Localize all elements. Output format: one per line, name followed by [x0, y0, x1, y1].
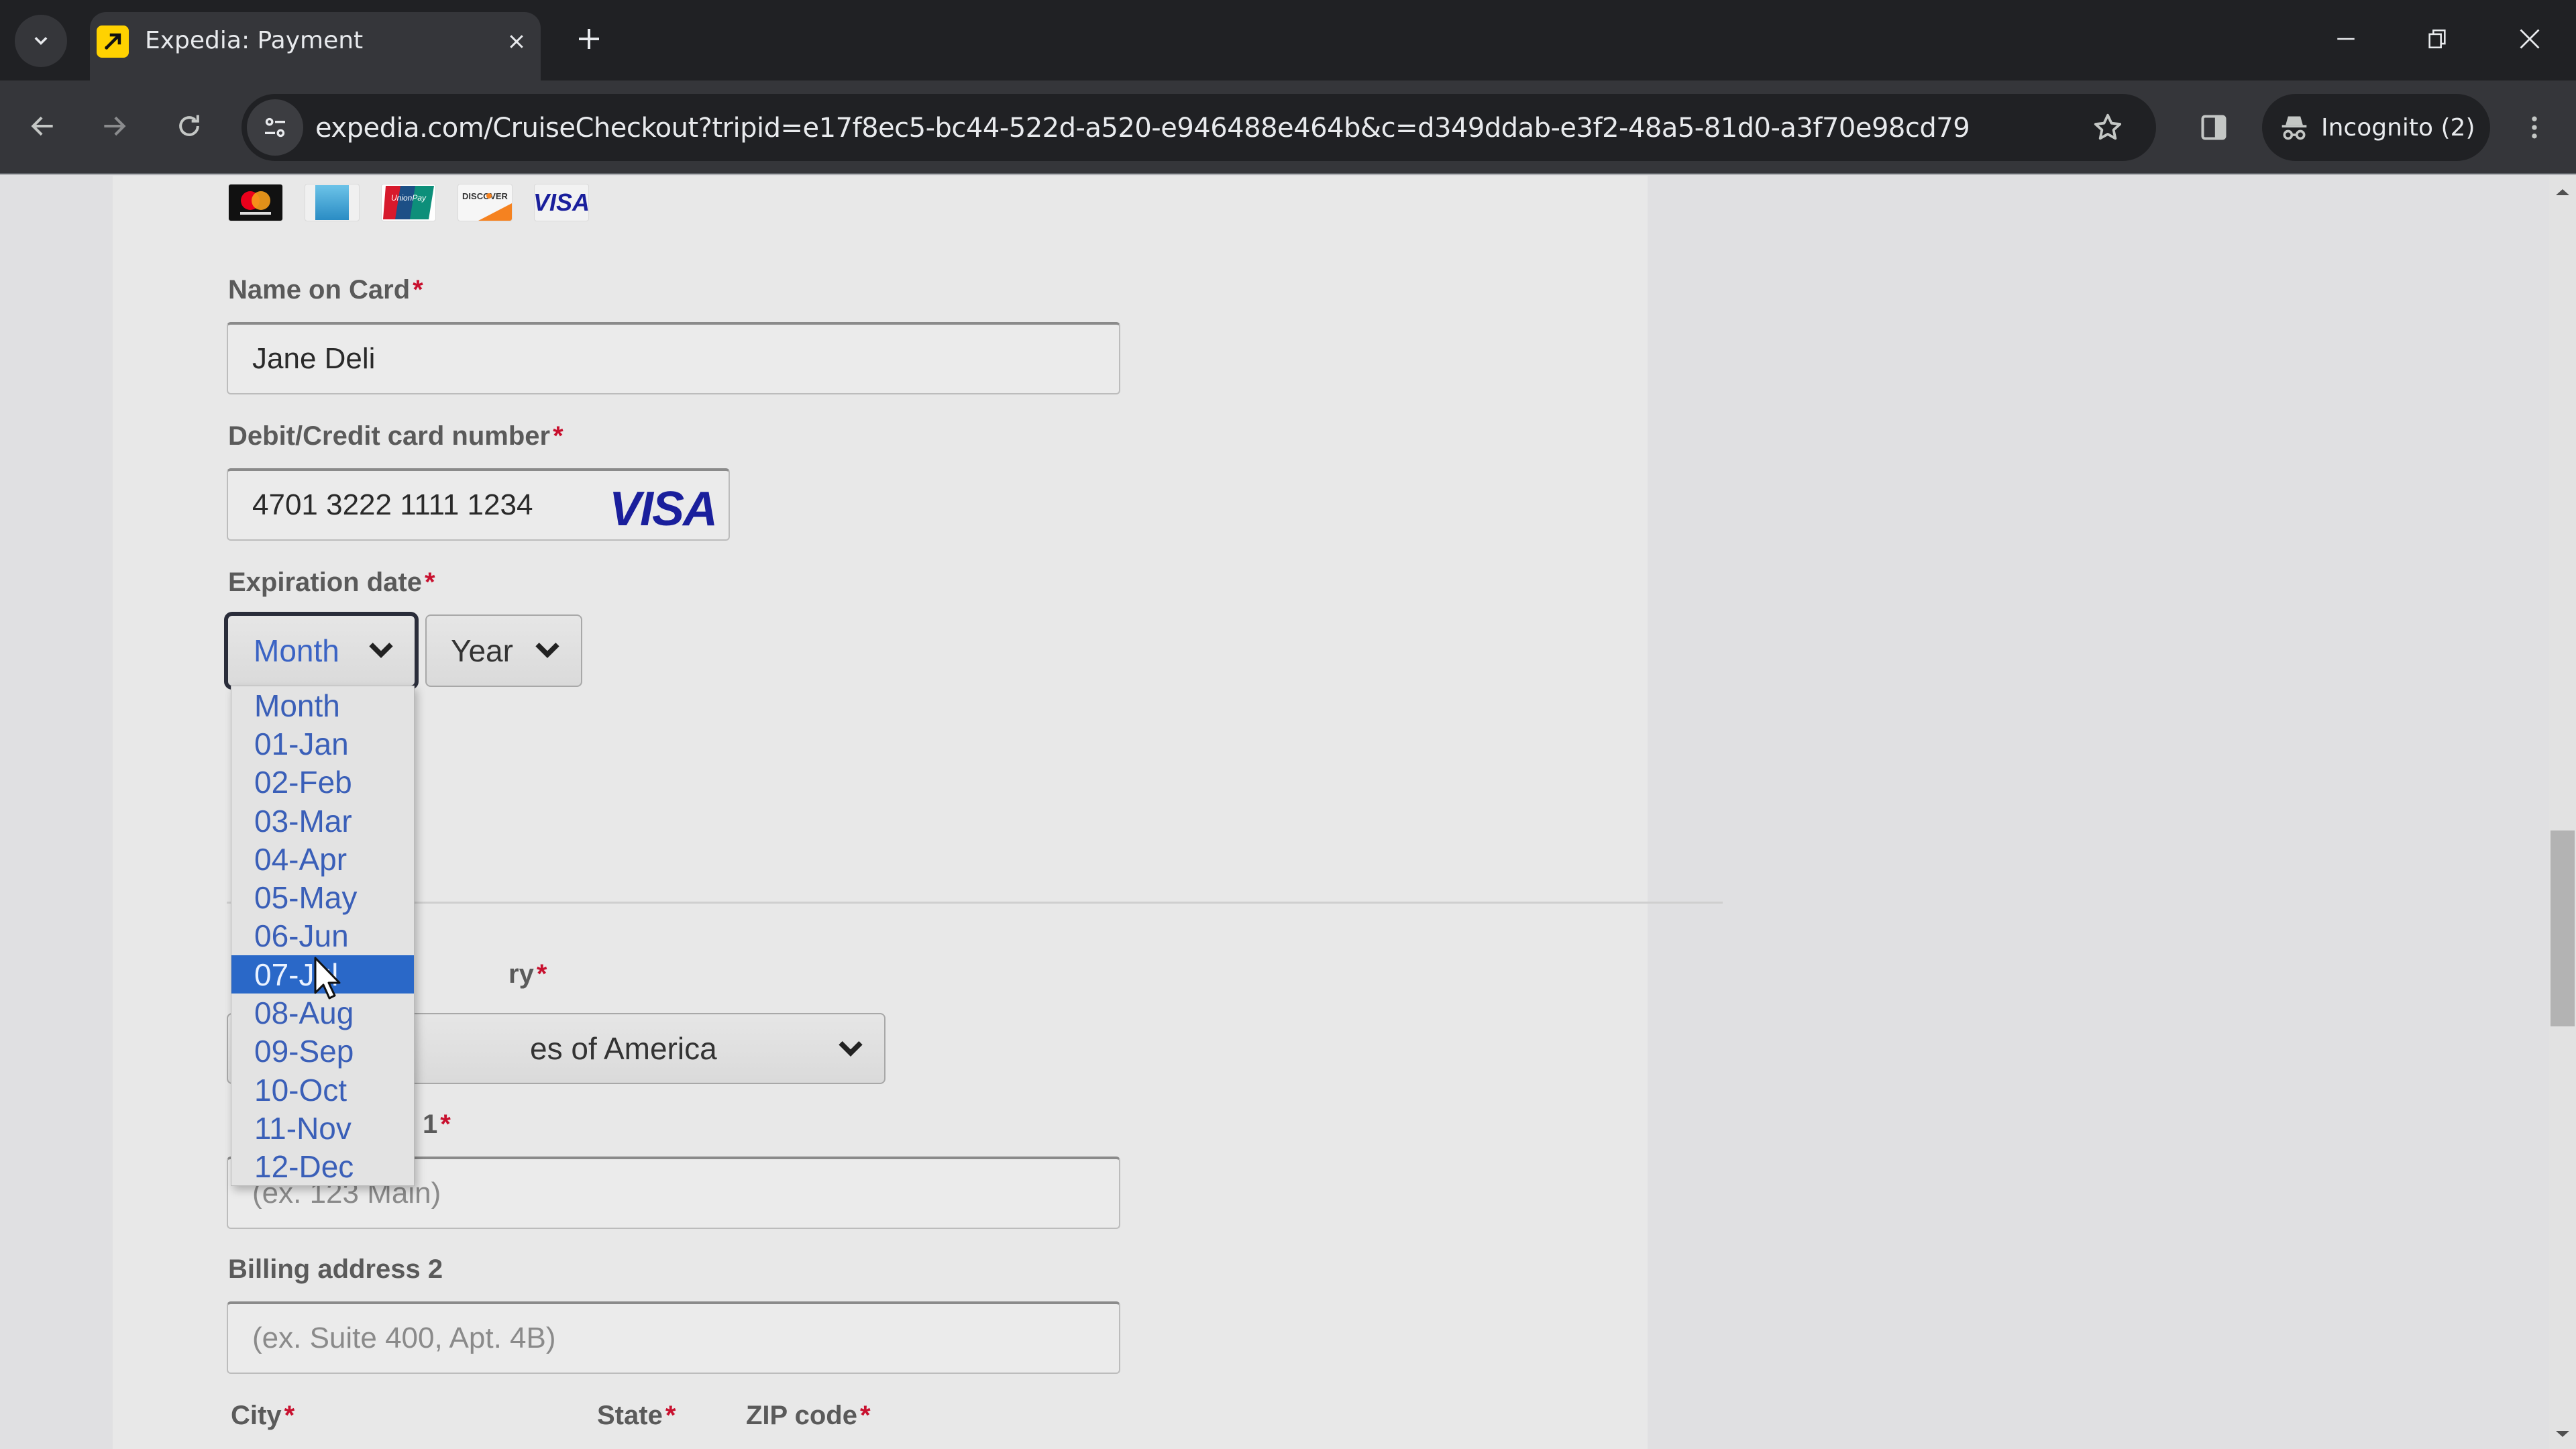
month-option[interactable]: 01-Jan	[231, 724, 414, 763]
new-tab-button[interactable]	[568, 17, 610, 60]
page-scrollbar[interactable]	[2549, 176, 2576, 1449]
month-option[interactable]: 04-Apr	[231, 840, 414, 878]
accepted-cards: UnionPay DISCOVER VISA	[228, 184, 589, 221]
scroll-thumb[interactable]	[2551, 830, 2575, 1026]
month-option[interactable]: 05-May	[231, 878, 414, 916]
restore-icon	[2428, 29, 2446, 49]
name-on-card-input[interactable]: Jane Deli	[227, 322, 1120, 394]
unionpay-logo-icon: UnionPay	[381, 184, 436, 221]
visa-brand-icon: VISA	[608, 482, 718, 536]
site-info-button[interactable]	[247, 99, 303, 156]
expiration-month-select[interactable]: Month	[224, 612, 419, 690]
arrow-left-icon	[31, 116, 53, 136]
month-option[interactable]: 06-Jun	[231, 917, 414, 955]
state-label: State *	[597, 1401, 676, 1430]
chevron-down-icon	[535, 643, 559, 658]
svg-text:UnionPay: UnionPay	[391, 193, 427, 203]
url-text[interactable]: expedia.com/CruiseCheckout?tripid=e17f8e…	[315, 113, 1970, 144]
side-panel-button[interactable]	[2186, 99, 2242, 156]
tab-strip: Expedia: Payment	[0, 0, 2576, 80]
name-on-card-label: Name on Card *	[228, 275, 423, 305]
month-option[interactable]: 07-Jul	[231, 955, 414, 994]
billing-address-1-label: 1 *	[423, 1110, 451, 1139]
incognito-button[interactable]: Incognito (2)	[2262, 94, 2490, 161]
bookmark-button[interactable]	[2086, 106, 2129, 149]
tab-title: Expedia: Payment	[145, 27, 364, 54]
city-label: City *	[231, 1401, 295, 1430]
arrow-right-icon	[104, 116, 126, 136]
month-option[interactable]: 03-Mar	[231, 802, 414, 840]
close-window-button[interactable]	[2500, 12, 2560, 66]
card-number-input[interactable]: 4701 3222 1111 1234 VISA	[227, 468, 730, 541]
billing-address-2-input[interactable]: (ex. Suite 400, Apt. 4B)	[227, 1301, 1120, 1374]
back-button[interactable]	[15, 98, 71, 154]
triangle-down-icon	[2556, 1431, 2569, 1437]
close-icon	[2520, 29, 2540, 49]
month-option[interactable]: 08-Aug	[231, 994, 414, 1032]
scroll-up-button[interactable]	[2555, 184, 2571, 200]
more-vertical-icon	[2532, 116, 2537, 139]
billing-address-2-label: Billing address 2	[228, 1254, 443, 1284]
expedia-logo-icon	[97, 25, 129, 58]
country-label: ry *	[508, 959, 547, 989]
amex-logo-icon	[305, 184, 360, 221]
visa-logo-icon: VISA	[534, 184, 589, 221]
minimize-button[interactable]	[2316, 12, 2376, 66]
zip-code-label: ZIP code *	[746, 1401, 871, 1430]
reload-button[interactable]	[161, 98, 217, 154]
month-option[interactable]: 11-Nov	[231, 1109, 414, 1147]
restore-button[interactable]	[2407, 12, 2467, 66]
star-icon	[2094, 113, 2122, 140]
chevron-down-icon	[34, 37, 48, 45]
card-number-label: Debit/Credit card number *	[228, 421, 564, 451]
mastercard-logo-icon	[228, 184, 283, 221]
expiration-year-select[interactable]: Year	[425, 614, 582, 687]
plus-icon	[579, 29, 599, 49]
browser-toolbar: expedia.com/CruiseCheckout?tripid=e17f8e…	[0, 80, 2576, 174]
address-bar[interactable]: expedia.com/CruiseCheckout?tripid=e17f8e…	[241, 94, 2156, 161]
svg-text:DISCOVER: DISCOVER	[462, 191, 508, 201]
month-option[interactable]: 10-Oct	[231, 1071, 414, 1109]
incognito-label: Incognito (2)	[2321, 113, 2475, 142]
browser-menu-button[interactable]	[2506, 99, 2563, 156]
section-divider	[227, 902, 1723, 904]
triangle-up-icon	[2556, 189, 2569, 195]
incognito-icon	[2282, 116, 2307, 140]
payment-form-panel: UnionPay DISCOVER VISA Name on Card * Jan…	[113, 176, 1723, 1449]
page-viewport: UnionPay DISCOVER VISA Name on Card * Jan…	[0, 176, 2549, 1449]
chevron-down-icon	[839, 1041, 863, 1057]
month-option[interactable]: Month	[231, 686, 414, 724]
tab-list-button[interactable]	[15, 15, 67, 67]
side-panel-icon	[2201, 115, 2226, 140]
close-icon	[510, 35, 523, 48]
discover-logo-icon: DISCOVER	[458, 184, 513, 221]
chevron-down-icon	[369, 643, 393, 658]
tab-close-button[interactable]	[498, 23, 535, 60]
month-option[interactable]: 12-Dec	[231, 1148, 414, 1186]
month-option[interactable]: 02-Feb	[231, 763, 414, 802]
scroll-down-button[interactable]	[2555, 1426, 2571, 1442]
expiration-date-label: Expiration date *	[228, 568, 435, 597]
month-dropdown-list: Month 01-Jan 02-Feb 03-Mar 04-Apr 05-May 06-Ju…	[231, 686, 415, 1186]
minimize-icon	[2337, 38, 2355, 40]
forward-button[interactable]	[86, 98, 142, 154]
reload-icon	[179, 115, 199, 136]
tune-icon	[265, 117, 285, 138]
tab-expedia-payment[interactable]: Expedia: Payment	[90, 12, 541, 80]
month-option[interactable]: 09-Sep	[231, 1032, 414, 1071]
